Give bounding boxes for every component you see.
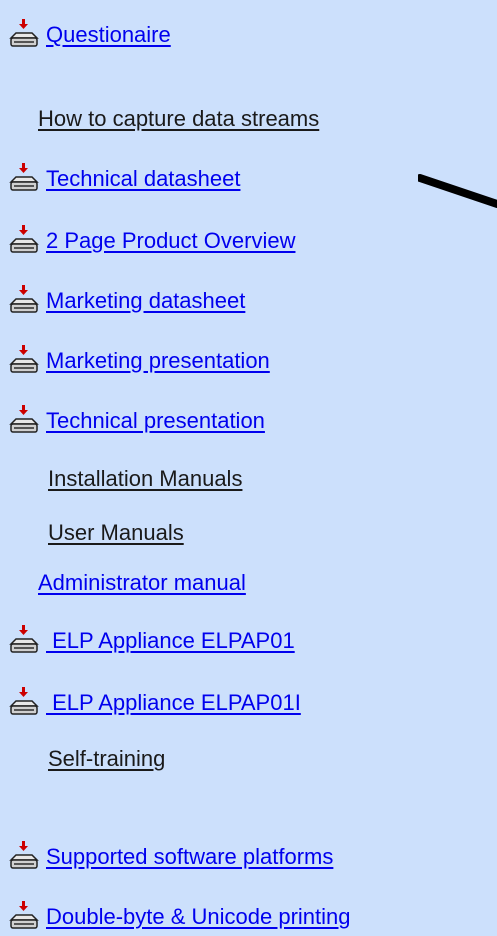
administrator-manual-link[interactable]: Administrator manual <box>38 570 246 596</box>
user-manuals-link[interactable]: User Manuals <box>48 520 184 546</box>
questionaire-link[interactable]: Questionaire <box>46 22 171 48</box>
list-item-marketing-datasheet: Marketing datasheet <box>0 284 245 318</box>
list-item-technical-presentation: Technical presentation <box>0 404 265 438</box>
technical-datasheet-link[interactable]: Technical datasheet <box>46 166 240 192</box>
elp-appliance-elpap01i-link[interactable]: ELP Appliance ELPAP01I <box>46 690 301 716</box>
list-item-administrator-manual: Administrator manual <box>38 566 246 600</box>
download-drive-icon <box>8 840 40 874</box>
download-drive-icon <box>8 624 40 658</box>
marketing-datasheet-link[interactable]: Marketing datasheet <box>46 288 245 314</box>
list-item-technical-datasheet: Technical datasheet <box>0 162 240 196</box>
installation-manuals-link[interactable]: Installation Manuals <box>48 466 242 492</box>
download-drive-icon <box>8 686 40 720</box>
supported-platforms-link[interactable]: Supported software platforms <box>46 844 333 870</box>
how-to-capture-link[interactable]: How to capture data streams <box>38 106 319 132</box>
list-item-supported-platforms: Supported software platforms <box>0 840 333 874</box>
double-byte-unicode-link[interactable]: Double-byte & Unicode printing <box>46 904 351 930</box>
list-item-how-to-capture: How to capture data streams <box>38 102 319 136</box>
list-item-installation-manuals: Installation Manuals <box>48 462 242 496</box>
list-item-questionaire: Questionaire <box>0 18 171 52</box>
download-drive-icon <box>8 224 40 258</box>
list-item-two-page-overview: 2 Page Product Overview <box>0 224 295 258</box>
list-item-self-training: Self-training <box>48 742 165 776</box>
download-drive-icon <box>8 344 40 378</box>
download-drive-icon <box>8 284 40 318</box>
download-drive-icon <box>8 162 40 196</box>
download-drive-icon <box>8 404 40 438</box>
list-item-marketing-presentation: Marketing presentation <box>0 344 270 378</box>
two-page-overview-link[interactable]: 2 Page Product Overview <box>46 228 295 254</box>
technical-presentation-link[interactable]: Technical presentation <box>46 408 265 434</box>
list-item-double-byte: Double-byte & Unicode printing <box>0 900 351 934</box>
pen-stroke-icon <box>418 174 497 208</box>
list-item-elp-appliance-2: ELP Appliance ELPAP01I <box>0 686 301 720</box>
download-drive-icon <box>8 18 40 52</box>
elp-appliance-elpap01-link[interactable]: ELP Appliance ELPAP01 <box>46 628 295 654</box>
self-training-link[interactable]: Self-training <box>48 746 165 772</box>
marketing-presentation-link[interactable]: Marketing presentation <box>46 348 270 374</box>
list-item-elp-appliance-1: ELP Appliance ELPAP01 <box>0 624 295 658</box>
download-drive-icon <box>8 900 40 934</box>
list-item-user-manuals: User Manuals <box>48 516 184 550</box>
